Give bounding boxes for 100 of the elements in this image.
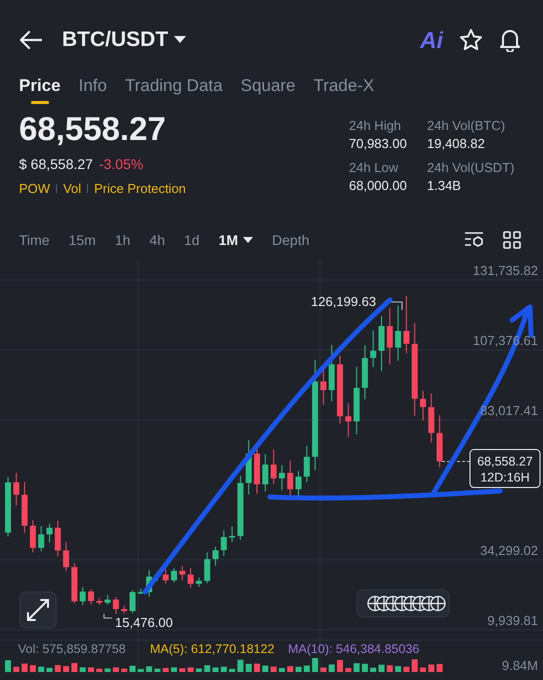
volume-bar [112,667,119,672]
interval-tab[interactable]: Time [19,232,50,248]
price-axis-label: 9,939.81 [487,612,538,628]
volume-bar [30,665,36,672]
candle [212,546,218,566]
candle [378,316,384,372]
volume-bar [345,668,352,672]
volume-bar [287,666,294,672]
candle [171,568,177,584]
tab[interactable]: Info [78,72,108,104]
stat-label: 24h Low [349,160,400,175]
volume-bar [403,666,410,672]
volume-bar [188,667,194,672]
price-change: -3.05% [98,156,144,172]
volume-bar [71,663,78,672]
volume-bar [220,666,227,672]
candle [345,402,352,438]
tab[interactable]: Square [240,72,296,104]
volume-bar [270,666,277,672]
volume-bar [278,668,285,672]
volume-bar [179,668,186,672]
candle [403,295,410,354]
interval-tab[interactable]: 15m [68,232,96,248]
volume-bar [5,660,11,672]
candle [386,308,393,365]
grid-icon[interactable] [503,231,521,249]
candle [320,369,326,406]
volume-bar [38,666,44,672]
volume-bar [312,658,318,672]
star-icon[interactable] [459,28,483,52]
tab[interactable]: Trade-X [312,72,376,104]
interval-tab[interactable]: 1M [218,232,254,248]
volume-bar [370,668,376,672]
bell-icon[interactable] [499,28,521,52]
tag-link[interactable]: POW [19,181,50,196]
candle [30,520,36,553]
candle [71,562,78,604]
globe-icons-drawing[interactable] [356,590,450,618]
candle [138,588,144,595]
volume-bar [420,668,426,672]
volume-bar [428,664,434,672]
candle [337,354,343,424]
back-arrow-icon[interactable] [20,31,42,49]
candle [146,570,152,597]
volume-bar [362,664,368,672]
volume-bar [328,664,335,672]
volume-bar [162,668,169,672]
stat-value: 70,983.00 [349,136,408,151]
volume-bar [237,660,244,672]
volume-bar [88,667,94,672]
candle [304,445,310,483]
volume-bar [337,660,343,672]
volume-bar [104,668,111,672]
ai-button[interactable]: Ai [420,26,443,54]
tag-link[interactable]: Price Protection [94,181,186,196]
volume-bar [130,666,136,672]
indicator-settings-icon[interactable] [464,231,484,249]
volume-bar [412,659,418,672]
candle [188,568,194,588]
volume-bar [378,664,384,672]
volume-bar [22,664,28,672]
candle [262,454,268,492]
caret-icon [174,36,186,44]
caret-icon [243,236,254,244]
interval-tab[interactable]: 4h [149,232,165,248]
candle [220,530,227,557]
current-price-tag: 68,558.27 12D:16H [470,449,540,488]
interval-tab[interactable]: Depth [272,232,310,248]
volume-bar [296,666,302,672]
candle [229,526,236,543]
candle [22,481,28,534]
candle [395,304,402,362]
candle [104,594,111,605]
candle [63,542,70,572]
tab[interactable]: Trading Data [124,72,224,104]
tab[interactable]: Price [18,72,62,104]
volume-bar [304,666,310,672]
expand-button[interactable] [20,592,56,628]
volume-bar [13,666,20,672]
candle [420,390,426,422]
tag-link[interactable]: Vol [63,181,82,196]
candle [237,475,244,540]
indicator-value: MA(5): 612,770.18122 [150,642,274,656]
candle [296,470,302,497]
candle [54,520,61,557]
volume-bar [146,666,152,672]
volume-bar [262,666,268,672]
high-price-label: 126,199.63 [311,294,376,309]
candle [13,472,20,506]
volume-bar [436,664,443,672]
volume-bar [54,665,61,672]
pair-selector[interactable]: BTC/USDT [62,28,186,52]
volume-bar [320,668,326,672]
candle [121,605,128,614]
interval-tab[interactable]: 1d [184,232,200,248]
stat-label: 24h Vol(BTC) [427,118,506,133]
price-axis-label: 131,735.82 [472,263,538,278]
interval-tab[interactable]: 1h [114,232,130,248]
candle [436,414,443,468]
candle [362,344,368,400]
